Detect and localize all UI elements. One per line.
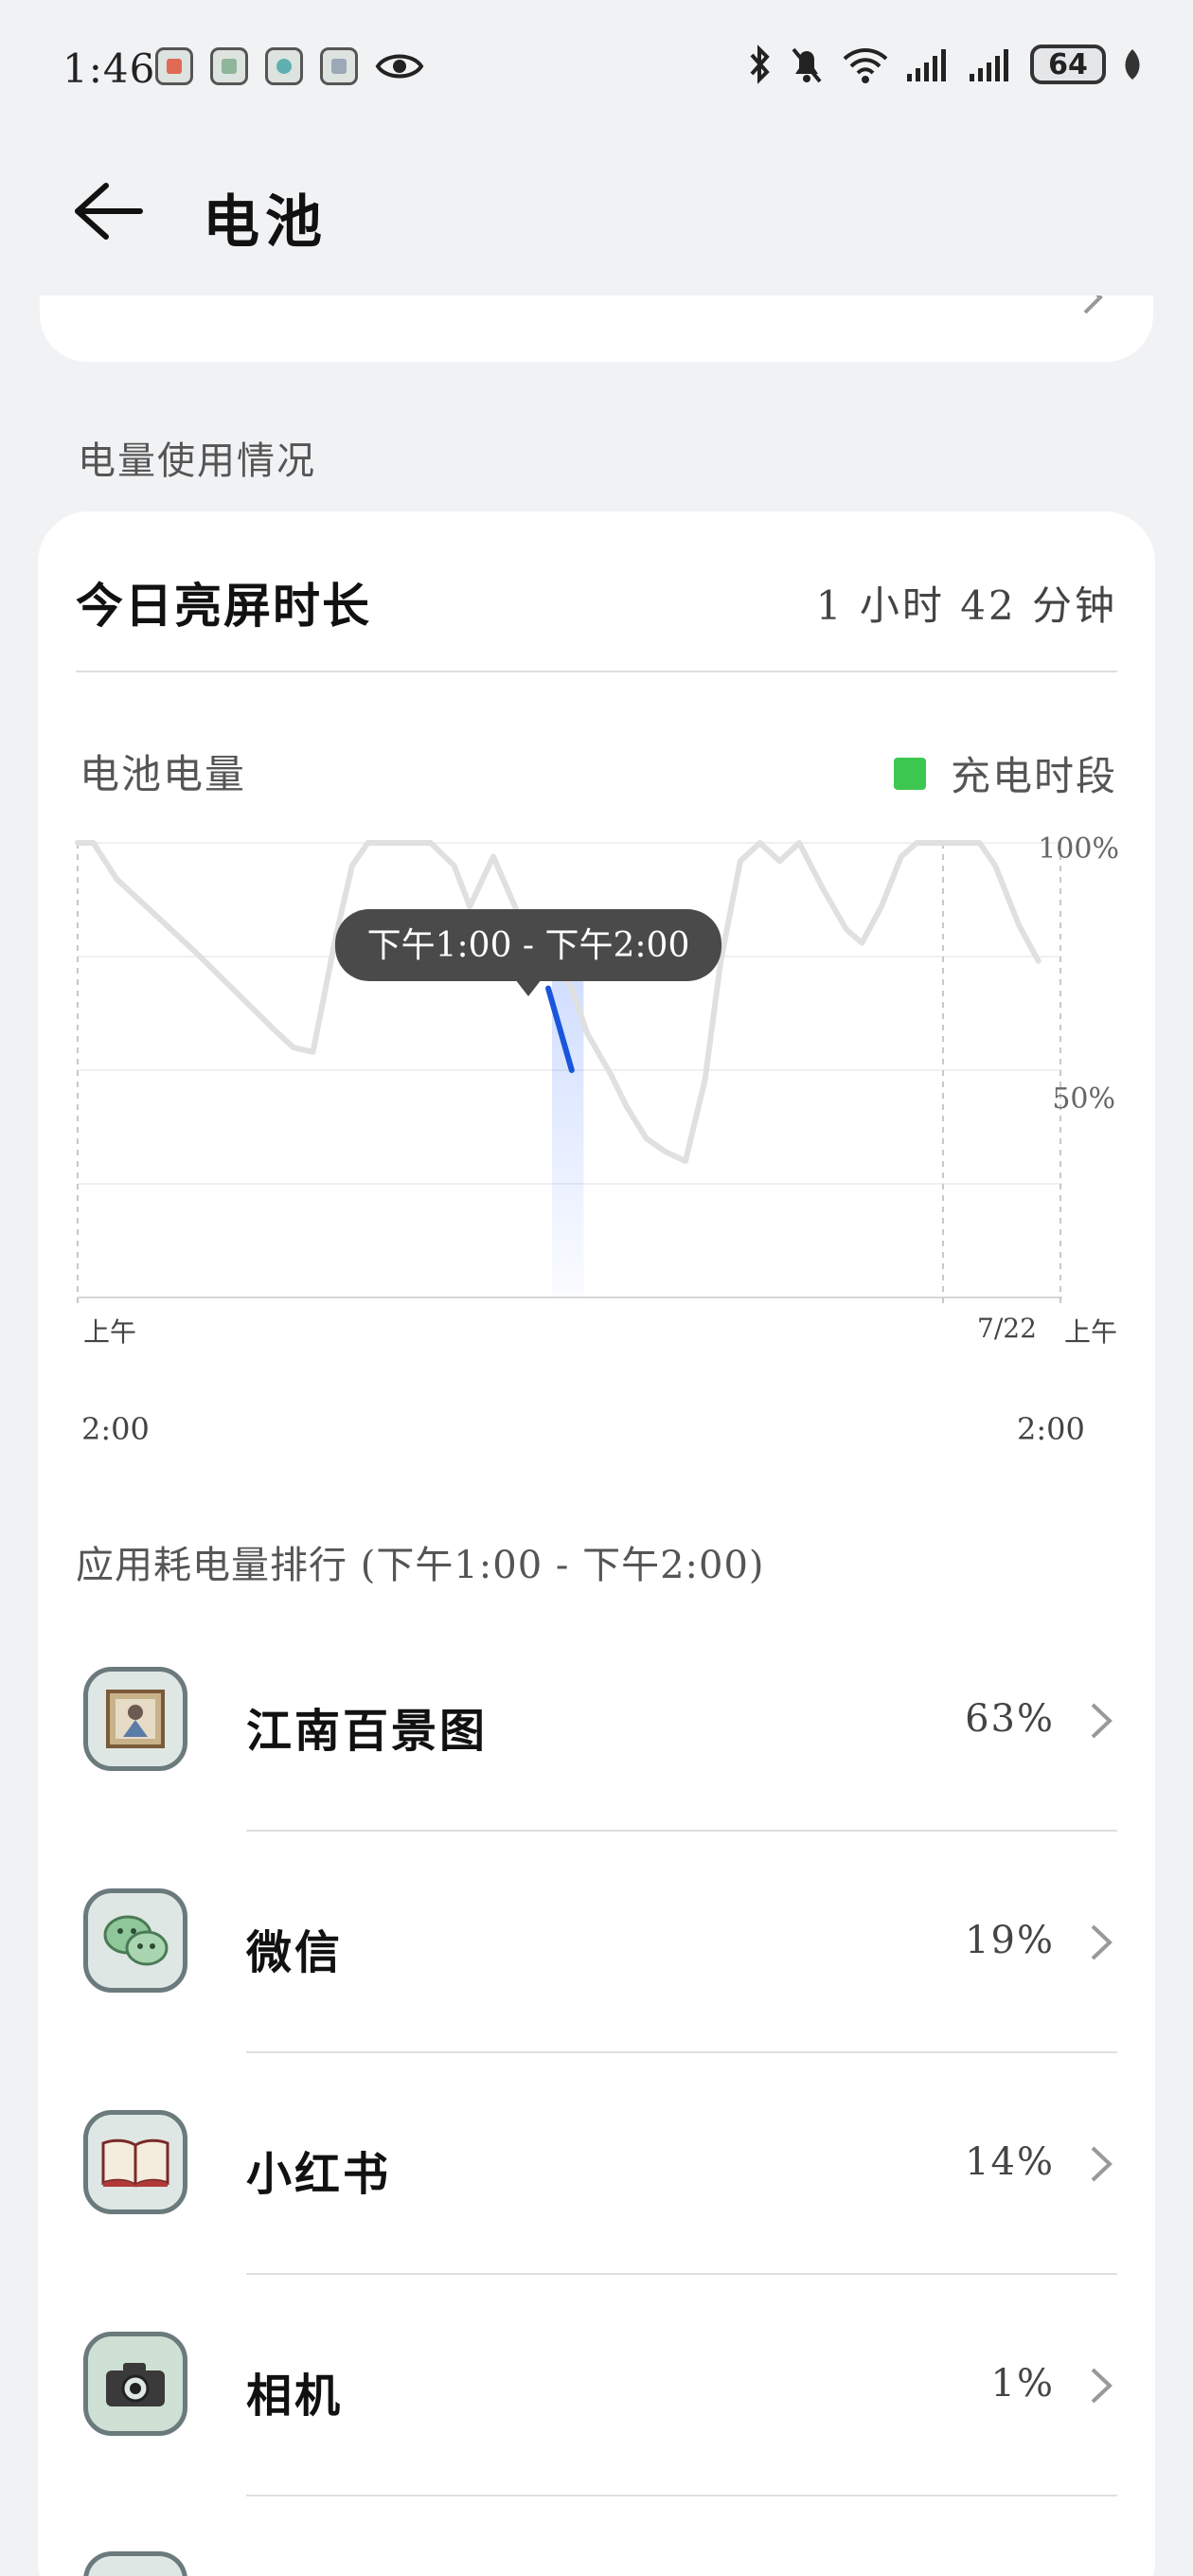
chart-tooltip: 下午1:00 - 下午2:00 [335, 909, 721, 996]
camera-icon [83, 2332, 187, 2436]
x-label-right-line1: 上午 [1064, 1316, 1117, 1348]
divider [246, 2495, 1117, 2496]
usage-section-label: 电量使用情况 [78, 439, 316, 483]
back-button[interactable] [70, 178, 146, 244]
bluetooth-icon [750, 45, 770, 84]
notification-icons [155, 47, 424, 85]
app-percent: 14% [965, 2140, 1055, 2184]
screen-time-value: 1 小时 42 分钟 [815, 582, 1117, 629]
signal-icon [970, 49, 1008, 81]
system-icons: 64 [746, 44, 1144, 85]
chart-legend: 充电时段 [893, 744, 1117, 802]
battery-level-label: 电池电量 [80, 751, 247, 797]
photo-app-icon [320, 47, 358, 85]
app-ranking-header: 应用耗电量排行 (下午1:00 - 下午2:00) [76, 1544, 765, 1587]
battery-icon: 64 [1030, 45, 1106, 84]
app-percent: 1% [990, 2362, 1055, 2406]
wifi-icon [843, 48, 888, 83]
eye-icon [375, 54, 424, 79]
app-row-xiaohongshu[interactable]: 小红书 14% [38, 2053, 1155, 2275]
tooltip-text: 下午1:00 - 下午2:00 [367, 926, 690, 965]
x-label-right-line2: 2:00 [1017, 1411, 1085, 1447]
chevron-right-icon [1091, 2368, 1113, 2404]
header: 电池 [0, 152, 1193, 265]
status-bar: 1:46 64 [0, 0, 1193, 133]
app-percent: 63% [965, 1697, 1055, 1741]
battery-usage-card: 今日亮屏时长 1 小时 42 分钟 电池电量 充电时段 下午1:00 - 下午2… [38, 511, 1155, 2576]
previous-settings-card[interactable] [40, 295, 1153, 362]
tooltip-tail [515, 979, 542, 996]
app-row-jiangnan[interactable]: 江南百景图 63% [38, 1610, 1155, 1832]
app-name: 小红书 [246, 2148, 392, 2201]
app-percent: 19% [965, 1919, 1055, 1962]
y-label-100: 100% [1038, 833, 1119, 866]
divider [76, 671, 1117, 672]
book-icon [83, 2110, 187, 2214]
chevron-right-icon [1083, 295, 1103, 314]
leaf-icon [1125, 49, 1140, 80]
app-name: 微信 [246, 1926, 344, 1979]
app-name: 相机 [246, 2370, 344, 2423]
legend-label: 充电时段 [950, 753, 1117, 799]
x-label-left-line2: 2:00 [81, 1411, 150, 1447]
y-label-50: 50% [1052, 1082, 1115, 1116]
app-name: 江南百景图 [246, 1705, 489, 1758]
screen-time-label: 今日亮屏时长 [76, 578, 371, 634]
x-label-mid: 7/22 [977, 1313, 1037, 1344]
legend-swatch [893, 757, 926, 790]
chevron-right-icon [1091, 1703, 1113, 1739]
image-app-icon [210, 47, 248, 85]
app-row-wechat[interactable]: 微信 19% [38, 1832, 1155, 2053]
wechat-icon [83, 1888, 187, 1993]
status-time: 1:46 [62, 45, 156, 92]
chevron-right-icon [1091, 2146, 1113, 2182]
app-icon [83, 2551, 187, 2576]
x-label-left-line1: 上午 [83, 1316, 136, 1348]
signal-icon [907, 49, 946, 81]
mute-bell-icon [792, 47, 822, 83]
screen-time-row[interactable]: 今日亮屏时长 1 小时 42 分钟 [38, 511, 1155, 672]
page-title: 电池 [203, 189, 328, 256]
chevron-right-icon [1091, 1924, 1113, 1960]
pdf-app-icon [155, 47, 193, 85]
battery-level-chart[interactable]: 下午1:00 - 下午2:00 100% 50% 上午 7/22 上午 [38, 833, 1155, 1364]
app-row-camera[interactable]: 相机 1% [38, 2275, 1155, 2496]
painting-icon [83, 1667, 187, 1771]
map-app-icon [265, 47, 303, 85]
